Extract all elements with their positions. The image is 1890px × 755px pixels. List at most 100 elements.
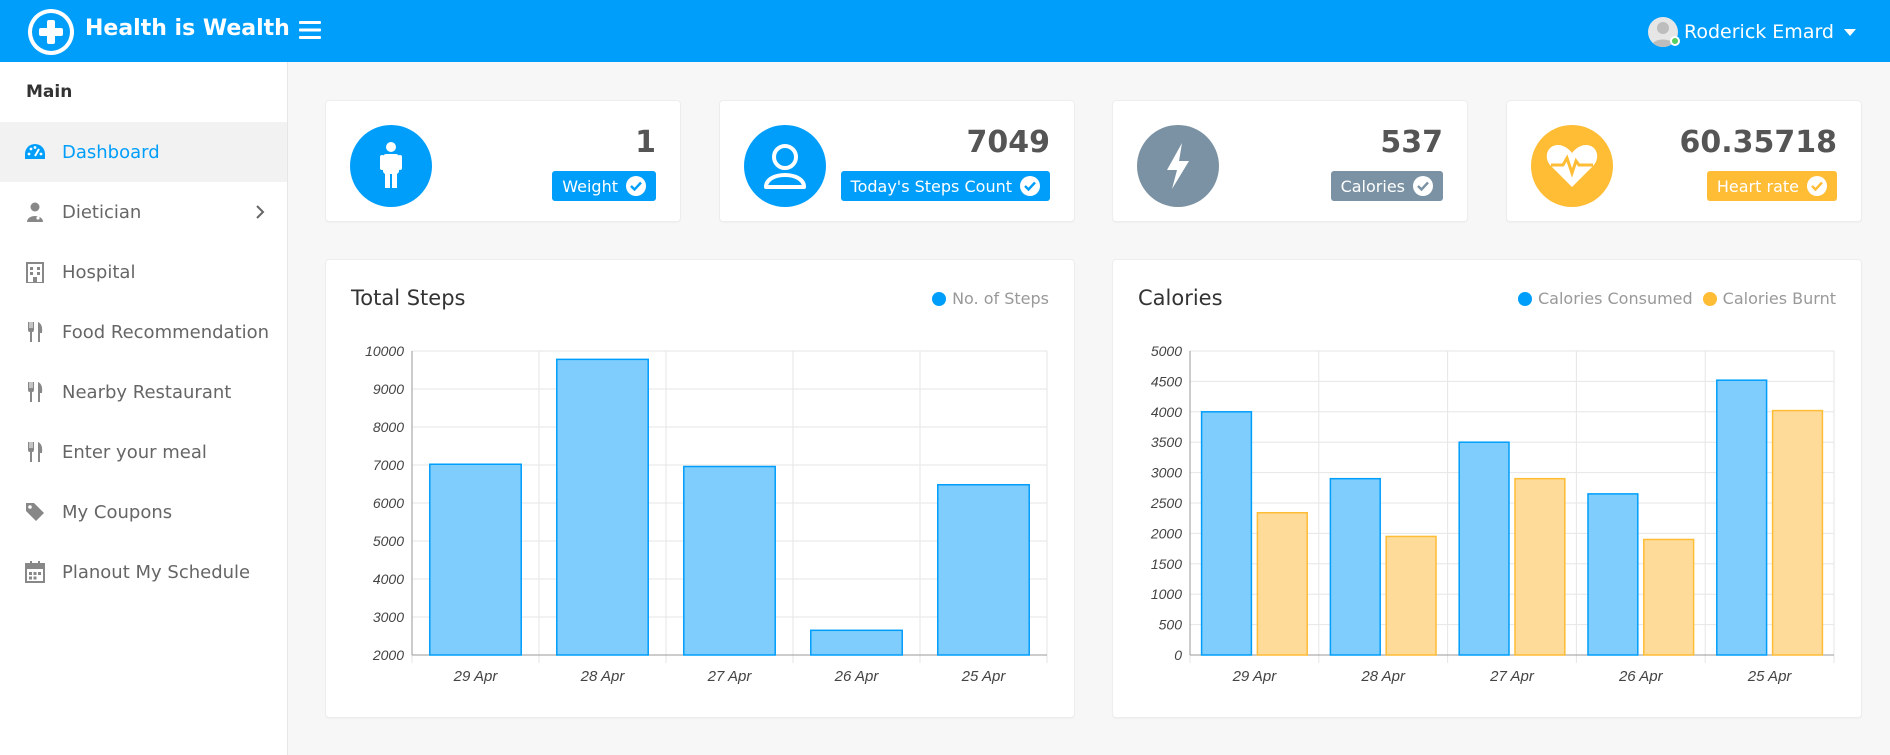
- sidebar-item-nearby-restaurant[interactable]: Nearby Restaurant: [0, 362, 287, 422]
- bar: [1200, 411, 1253, 656]
- chevron-right-icon[interactable]: [255, 204, 265, 225]
- y-tick-label: 10000: [365, 343, 404, 359]
- stat-badge[interactable]: Weight: [552, 171, 656, 201]
- check-circle-icon: [1020, 176, 1040, 196]
- check-circle-icon: [1413, 176, 1433, 196]
- sidebar-item-dietician[interactable]: Dietician: [0, 182, 287, 242]
- x-tick-label: 29 Apr: [1232, 668, 1278, 685]
- x-tick-label: 28 Apr: [580, 668, 626, 685]
- hospital-icon: [24, 261, 46, 283]
- sidebar: Main Dashboard Dietician Hospital Food R…: [0, 62, 288, 755]
- logo-icon[interactable]: [28, 9, 74, 55]
- sidebar-item-label: Food Recommendation: [62, 321, 270, 343]
- bar: [1643, 538, 1695, 656]
- heartbeat-icon: [1531, 125, 1613, 207]
- hamburger-menu-icon[interactable]: [298, 18, 322, 42]
- sidebar-item-label: My Coupons: [62, 501, 173, 523]
- bar: [1771, 409, 1824, 656]
- stat-card-steps: 7049 Today's Steps Count: [719, 100, 1075, 222]
- bar: [556, 358, 649, 656]
- check-circle-icon: [1807, 176, 1827, 196]
- y-tick-label: 4000: [373, 571, 404, 587]
- calories-bar-chart: 0 500 1000 1500 2000 2500 3000 3500 4000 4500 5000…: [1150, 343, 1835, 685]
- y-tick-label: 4000: [1151, 404, 1182, 420]
- stat-value: 60.35718: [1679, 125, 1837, 160]
- bar: [1329, 477, 1381, 656]
- y-tick-label: 0: [1174, 647, 1182, 663]
- y-tick-label: 8000: [373, 419, 404, 435]
- dashboard-icon: [24, 141, 46, 163]
- bolt-icon: [1137, 125, 1219, 207]
- bar: [683, 465, 776, 656]
- sidebar-item-planout-my-schedule[interactable]: Planout My Schedule: [0, 542, 287, 602]
- user-icon: [744, 125, 826, 207]
- stat-label: Weight: [562, 176, 618, 196]
- person-icon: [350, 125, 432, 207]
- sidebar-item-label: Hospital: [62, 261, 136, 283]
- sidebar-item-label: Dashboard: [62, 141, 160, 163]
- stat-value: 1: [635, 125, 656, 160]
- y-tick-label: 2500: [1150, 495, 1182, 511]
- x-tick-label: 27 Apr: [707, 668, 753, 685]
- stat-card-heart-rate: 60.35718 Heart rate: [1506, 100, 1862, 222]
- sidebar-item-label: Dietician: [62, 201, 142, 223]
- y-tick-label: 1500: [1151, 556, 1182, 572]
- sidebar-item-label: Nearby Restaurant: [62, 381, 232, 403]
- brand-title[interactable]: Health is Wealth: [85, 16, 290, 41]
- sidebar-item-label: Planout My Schedule: [62, 561, 251, 583]
- stat-label: Calories: [1340, 176, 1405, 196]
- stat-label: Heart rate: [1716, 176, 1799, 196]
- bar: [429, 463, 522, 656]
- y-tick-label: 500: [1159, 617, 1183, 633]
- top-navbar: Health is Wealth Roderick Emard: [0, 0, 1890, 62]
- user-menu[interactable]: Roderick Emard: [1648, 14, 1856, 50]
- y-tick-label: 3500: [1151, 434, 1182, 450]
- bar: [810, 629, 903, 656]
- y-tick-label: 9000: [373, 381, 404, 397]
- y-tick-label: 3000: [373, 609, 404, 625]
- bar: [1716, 379, 1768, 656]
- stat-badge[interactable]: Today's Steps Count: [840, 171, 1050, 201]
- x-tick-label: 28 Apr: [1360, 668, 1406, 685]
- y-tick-label: 6000: [373, 495, 404, 511]
- stat-label: Today's Steps Count: [850, 176, 1012, 196]
- steps-bar-chart: 2000 3000 4000 5000 6000 7000 8000 9000 10000 29 …: [365, 343, 1048, 685]
- stat-badge[interactable]: Calories: [1330, 171, 1443, 201]
- chevron-down-icon[interactable]: [1844, 28, 1856, 36]
- bar: [1514, 477, 1566, 656]
- sidebar-item-my-coupons[interactable]: My Coupons: [0, 482, 287, 542]
- cutlery-icon: [24, 441, 46, 463]
- bar: [1385, 535, 1437, 656]
- user-name[interactable]: Roderick Emard: [1684, 21, 1834, 43]
- cutlery-icon: [24, 321, 46, 343]
- y-tick-label: 3000: [1151, 465, 1182, 481]
- bar: [1587, 493, 1639, 656]
- stat-value: 7049: [966, 125, 1051, 160]
- sidebar-item-food-recommendation[interactable]: Food Recommendation: [0, 302, 287, 362]
- online-status-dot: [1670, 36, 1680, 46]
- bar: [1256, 511, 1308, 656]
- bar: [937, 484, 1030, 656]
- stat-badge[interactable]: Heart rate: [1706, 171, 1837, 201]
- y-tick-label: 2000: [1150, 525, 1182, 541]
- sidebar-item-hospital[interactable]: Hospital: [0, 242, 287, 302]
- bar: [1458, 441, 1510, 656]
- stat-card-weight: 1 Weight: [325, 100, 681, 222]
- sidebar-item-enter-your-meal[interactable]: Enter your meal: [0, 422, 287, 482]
- y-tick-label: 2000: [372, 647, 404, 663]
- x-tick-label: 29 Apr: [453, 668, 499, 685]
- y-tick-label: 5000: [373, 533, 404, 549]
- total-steps-card: Total Steps No. of Steps 2000 3000 4000 500…: [325, 259, 1075, 718]
- x-tick-label: 27 Apr: [1489, 668, 1535, 685]
- y-tick-label: 5000: [1151, 343, 1182, 359]
- sidebar-section-title: Main: [26, 82, 73, 102]
- x-tick-label: 26 Apr: [834, 668, 880, 685]
- x-tick-label: 26 Apr: [1618, 668, 1664, 685]
- stat-card-calories: 537 Calories: [1112, 100, 1468, 222]
- x-tick-label: 25 Apr: [961, 668, 1007, 685]
- check-circle-icon: [626, 176, 646, 196]
- calories-card: Calories Calories Consumed Calories Burn…: [1112, 259, 1862, 718]
- sidebar-item-dashboard[interactable]: Dashboard: [0, 122, 287, 182]
- y-tick-label: 7000: [373, 457, 404, 473]
- user-doctor-icon: [24, 201, 46, 223]
